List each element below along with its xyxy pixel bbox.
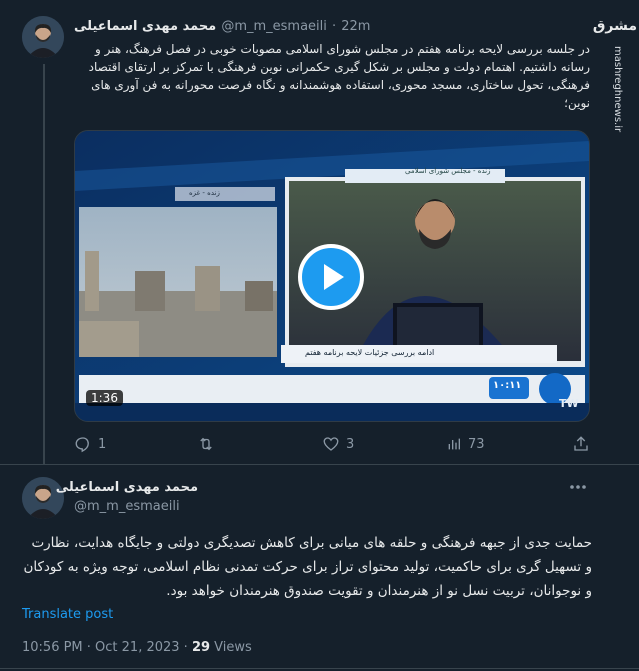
repost-button[interactable] <box>196 434 222 454</box>
tv-channel-logo: TW <box>559 397 579 410</box>
heart-icon <box>323 437 339 451</box>
tweet-divider <box>0 464 639 465</box>
watermark-logo: مشرق <box>592 18 637 34</box>
reply-icon <box>75 437 89 453</box>
like-count: 3 <box>346 436 355 452</box>
post-timestamp-line: 10:56 PM · Oct 21, 2023 · 29 Views <box>22 640 252 655</box>
repost-icon <box>200 437 212 451</box>
views-count: 73 <box>468 436 485 452</box>
watermark-site: mashreghnews.ir <box>612 46 623 133</box>
share-button[interactable] <box>572 434 590 454</box>
thread-connector-line <box>43 64 45 464</box>
user-handle[interactable]: @m_m_esmaeili <box>74 499 180 514</box>
user-handle[interactable]: @m_m_esmaeili <box>221 19 327 34</box>
play-icon <box>324 264 344 290</box>
reply-count: 1 <box>98 436 107 452</box>
tv-clock: ۱۰:۱۱ <box>493 380 522 391</box>
views-total: 29 <box>191 640 211 655</box>
more-dots-icon <box>570 485 586 489</box>
share-icon <box>574 436 588 451</box>
views-chart-icon <box>448 438 460 450</box>
views-button[interactable]: 73 <box>446 434 485 454</box>
post-timestamp[interactable]: 10:56 PM · Oct 21, 2023 · <box>22 640 192 655</box>
tv-top-caption: زنده - مجلس شورای اسلامی <box>405 167 491 175</box>
play-button[interactable] <box>298 244 364 310</box>
like-button[interactable]: 3 <box>322 434 354 454</box>
tv-bottom-caption: ادامه بررسی جزئیات لایحه برنامه هفتم <box>305 348 435 357</box>
translate-post-link[interactable]: Translate post <box>22 607 113 622</box>
bottom-divider <box>0 668 639 669</box>
site-watermark: مشرق mashreghnews.ir <box>592 18 637 132</box>
avatar-portrait-icon <box>22 16 64 58</box>
post-time[interactable]: 22m <box>341 19 370 34</box>
tweet1-body: در جلسه بررسی لایحه برنامه هفتم در مجلس … <box>88 42 590 110</box>
dot-separator: · <box>331 19 337 34</box>
tv-left-caption: زنده - غزه <box>189 189 220 197</box>
avatar[interactable] <box>22 16 64 58</box>
reply-button[interactable]: 1 <box>74 434 106 454</box>
display-name[interactable]: محمد مهدی اسماعیلی <box>74 19 216 34</box>
display-name[interactable]: محمد مهدی اسماعیلی <box>56 480 198 495</box>
tweet1-header: محمد مهدی اسماعیلی @m_m_esmaeili · 22m <box>74 15 374 35</box>
tweet2-body: حمایت جدی از جبهه فرهنگی و حلقه های میان… <box>23 535 592 599</box>
more-options-button[interactable] <box>566 478 590 496</box>
views-label: Views <box>210 640 252 655</box>
video-duration-badge: 1:36 <box>86 390 123 406</box>
